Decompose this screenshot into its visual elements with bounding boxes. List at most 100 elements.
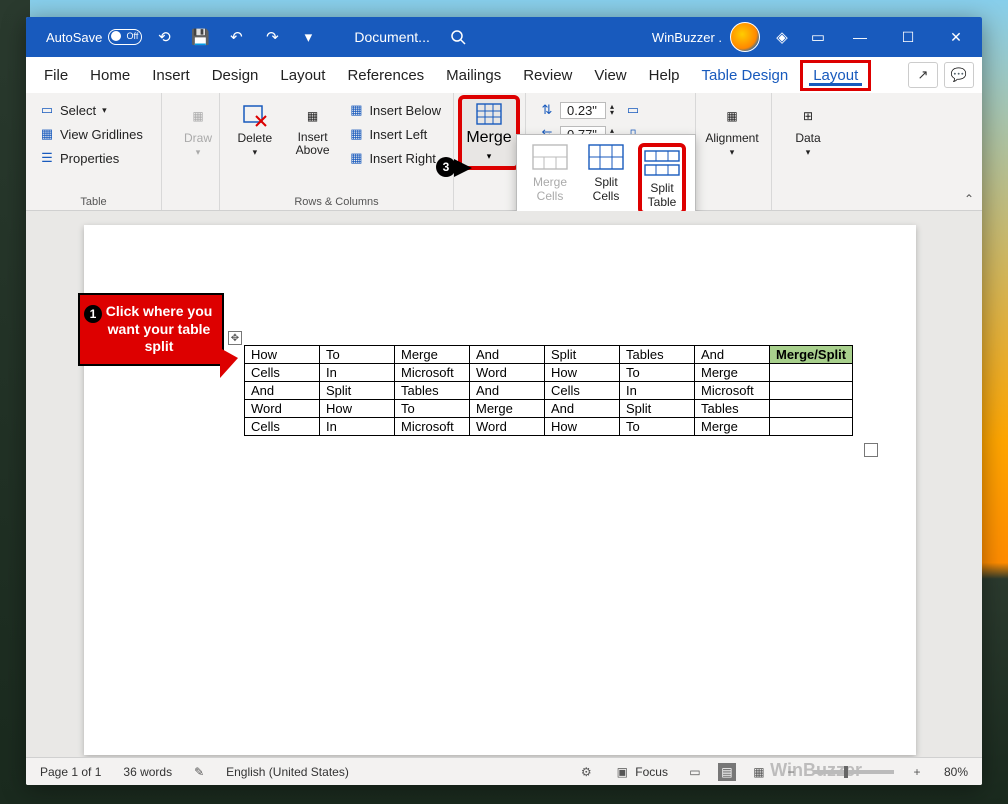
table-cell[interactable]: Microsoft — [695, 382, 770, 400]
document-title[interactable]: Document... — [348, 29, 435, 45]
table-cell[interactable]: Word — [470, 364, 545, 382]
table-cell[interactable]: Merge — [695, 364, 770, 382]
document-area[interactable]: 1 Click where you want your table split … — [26, 211, 982, 757]
tab-review[interactable]: Review — [513, 61, 582, 90]
read-mode-icon[interactable]: ▭ — [686, 763, 704, 781]
table-cell[interactable]: And — [470, 382, 545, 400]
table-cell[interactable]: To — [320, 346, 395, 364]
tab-table-design[interactable]: Table Design — [692, 61, 799, 90]
row-height-input[interactable]: ⇅ 0.23" ▴▾ ▭ — [534, 99, 687, 121]
status-word-count[interactable]: 36 words — [119, 765, 176, 779]
spellcheck-icon[interactable]: ✎ — [190, 763, 208, 781]
document-page[interactable]: 1 Click where you want your table split … — [84, 225, 916, 755]
table-cell[interactable]: Merge — [395, 346, 470, 364]
table-row[interactable]: And Split Tables And Cells In Microsoft — [245, 382, 853, 400]
table-cell[interactable]: Merge — [470, 400, 545, 418]
tab-home[interactable]: Home — [80, 61, 140, 90]
table-cell[interactable]: Tables — [695, 400, 770, 418]
user-avatar[interactable] — [730, 22, 760, 52]
table-cell[interactable] — [770, 400, 853, 418]
table-row[interactable]: How To Merge And Split Tables And Merge/… — [245, 346, 853, 364]
status-language[interactable]: English (United States) — [222, 765, 353, 779]
sync-icon[interactable]: ⟲ — [150, 23, 178, 51]
insert-below-button[interactable]: ▦Insert Below — [343, 99, 445, 121]
table-cell[interactable]: And — [695, 346, 770, 364]
table-cell[interactable]: And — [470, 346, 545, 364]
table-cell[interactable]: And — [545, 400, 620, 418]
table-cell[interactable]: And — [245, 382, 320, 400]
table-cell[interactable]: To — [620, 418, 695, 436]
alignment-button[interactable]: ▦ Alignment ▾ — [704, 99, 760, 162]
status-page[interactable]: Page 1 of 1 — [36, 765, 105, 779]
diamond-icon[interactable]: ◈ — [768, 23, 796, 51]
table-cell[interactable]: In — [320, 418, 395, 436]
properties-button[interactable]: ☰Properties — [34, 147, 153, 169]
table-cell[interactable]: Split — [320, 382, 395, 400]
word-table[interactable]: How To Merge And Split Tables And Merge/… — [244, 345, 853, 436]
view-gridlines-button[interactable]: ▦View Gridlines — [34, 123, 153, 145]
spinner-icon[interactable]: ▴▾ — [610, 104, 614, 115]
tab-layout[interactable]: Layout — [270, 61, 335, 90]
table-cell[interactable]: To — [395, 400, 470, 418]
table-row[interactable]: Word How To Merge And Split Tables — [245, 400, 853, 418]
table-cell[interactable] — [770, 382, 853, 400]
delete-button[interactable]: Delete ▾ — [228, 99, 282, 162]
focus-button[interactable]: ▣Focus — [609, 763, 672, 781]
table-cell[interactable]: Word — [470, 418, 545, 436]
table-cell[interactable]: Split — [545, 346, 620, 364]
close-button[interactable]: ✕ — [936, 17, 976, 57]
tab-view[interactable]: View — [584, 61, 636, 90]
table-cell[interactable]: Cells — [245, 418, 320, 436]
row-height-value[interactable]: 0.23" — [560, 102, 606, 119]
zoom-level[interactable]: 80% — [940, 765, 972, 779]
search-icon[interactable] — [444, 23, 472, 51]
distribute-rows-icon[interactable]: ▭ — [624, 101, 642, 119]
table-cell[interactable]: How — [545, 364, 620, 382]
table-cell[interactable]: How — [320, 400, 395, 418]
share-button[interactable]: ↗ — [908, 62, 938, 88]
table-cell[interactable]: How — [245, 346, 320, 364]
tab-insert[interactable]: Insert — [142, 61, 200, 90]
table-cell[interactable]: How — [545, 418, 620, 436]
save-icon[interactable]: 💾 — [186, 23, 214, 51]
table-cell[interactable]: Cells — [245, 364, 320, 382]
insert-above-button[interactable]: ▦ Insert Above — [286, 99, 340, 161]
user-name[interactable]: WinBuzzer . — [652, 30, 722, 45]
maximize-button[interactable]: ☐ — [888, 17, 928, 57]
table-cell[interactable]: Microsoft — [395, 364, 470, 382]
table-cell[interactable]: Merge — [695, 418, 770, 436]
tab-design[interactable]: Design — [202, 61, 269, 90]
table-cell[interactable]: In — [320, 364, 395, 382]
minimize-button[interactable]: — — [840, 17, 880, 57]
table-cell[interactable]: Cells — [545, 382, 620, 400]
table-cell[interactable] — [770, 364, 853, 382]
autosave-toggle[interactable]: AutoSave Off — [46, 29, 142, 45]
table-cell[interactable]: Microsoft — [395, 418, 470, 436]
table-move-handle[interactable]: ✥ — [228, 331, 242, 345]
table-cell[interactable]: Split — [620, 400, 695, 418]
ribbon-display-icon[interactable]: ▭ — [804, 23, 832, 51]
table-cell[interactable]: To — [620, 364, 695, 382]
display-settings-icon[interactable]: ⚙ — [577, 763, 595, 781]
insert-left-button[interactable]: ▦Insert Left — [343, 123, 445, 145]
tab-mailings[interactable]: Mailings — [436, 61, 511, 90]
redo-icon[interactable]: ↷ — [258, 23, 286, 51]
autosave-switch[interactable]: Off — [108, 29, 142, 45]
split-cells-button[interactable]: Split Cells — [582, 143, 630, 215]
insert-right-button[interactable]: ▦Insert Right — [343, 147, 445, 169]
table-row[interactable]: Cells In Microsoft Word How To Merge — [245, 364, 853, 382]
zoom-in-button[interactable]: + — [908, 763, 926, 781]
table-cell[interactable]: Tables — [620, 346, 695, 364]
zoom-slider-thumb[interactable] — [844, 766, 848, 778]
select-button[interactable]: ▭Select▾ — [34, 99, 153, 121]
tab-file[interactable]: File — [34, 61, 78, 90]
split-table-button[interactable]: Split Table — [638, 143, 686, 215]
comments-button[interactable]: 💬 — [944, 62, 974, 88]
web-layout-icon[interactable]: ▦ — [750, 763, 768, 781]
table-row[interactable]: Cells In Microsoft Word How To Merge — [245, 418, 853, 436]
tab-table-layout[interactable]: Layout — [800, 60, 871, 91]
table-cell[interactable]: In — [620, 382, 695, 400]
undo-icon[interactable]: ↶ — [222, 23, 250, 51]
table-cell[interactable]: Tables — [395, 382, 470, 400]
table-cell[interactable] — [770, 418, 853, 436]
